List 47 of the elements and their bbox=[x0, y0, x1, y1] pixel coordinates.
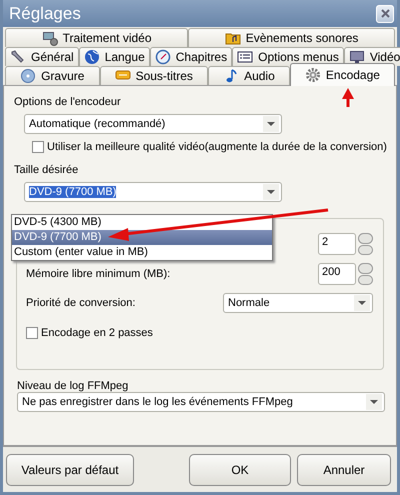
tab[interactable]: Général bbox=[5, 47, 79, 66]
checkbox[interactable] bbox=[26, 327, 38, 339]
tab[interactable]: Sous-titres bbox=[100, 66, 208, 85]
log-level-dropdown[interactable]: Ne pas enregistrer dans le log les événements FFMpeg bbox=[17, 392, 385, 412]
annotation-arrow bbox=[342, 88, 354, 107]
gear-icon bbox=[304, 67, 321, 83]
window-title: Réglages bbox=[9, 4, 81, 24]
field-label: Options de l'encodeur bbox=[14, 96, 121, 108]
dropdown-arrow-icon bbox=[267, 122, 275, 126]
dropdown-option[interactable]: DVD-5 (4300 MB) bbox=[12, 215, 272, 230]
monitor-icon bbox=[348, 49, 365, 65]
close-icon bbox=[380, 9, 390, 18]
number-field[interactable]: 2 bbox=[318, 233, 356, 255]
priority-dropdown[interactable]: Normale bbox=[223, 293, 373, 313]
dialog-button[interactable]: Annuler bbox=[297, 454, 391, 486]
checkbox-label: Utiliser la meilleure qualité vidéo(augmente la durée de la conversion) bbox=[47, 141, 387, 153]
field-label: Priorité de conversion: bbox=[26, 297, 136, 309]
spin-buttons[interactable] bbox=[358, 263, 373, 285]
encoder-dropdown[interactable]: Automatique (recommandé) bbox=[24, 114, 282, 134]
dropdown-arrow-icon bbox=[358, 301, 366, 305]
monitor-gear-icon bbox=[42, 30, 58, 46]
list-icon bbox=[237, 49, 254, 65]
tab[interactable]: Options menus bbox=[232, 47, 344, 66]
tab[interactable]: Gravure bbox=[5, 66, 100, 85]
size-dropdown[interactable]: DVD-9 (7700 MB) bbox=[24, 182, 282, 202]
checkbox[interactable] bbox=[32, 141, 44, 153]
field-label: Mémoire libre minimum (MB): bbox=[26, 268, 170, 280]
tab[interactable]: Audio bbox=[208, 66, 290, 85]
dialog-button[interactable]: Valeurs par défaut bbox=[6, 454, 134, 486]
tab[interactable]: Langue bbox=[78, 47, 150, 66]
dropdown-option[interactable]: DVD-9 (7700 MB) bbox=[12, 230, 272, 245]
spin-buttons[interactable] bbox=[358, 233, 373, 255]
tab[interactable]: Traitement vidéo bbox=[5, 28, 188, 47]
tab[interactable]: Chapitres bbox=[150, 47, 232, 66]
checkbox-label: Encodage en 2 passes bbox=[41, 327, 153, 339]
dropdown-arrow-icon bbox=[267, 190, 275, 194]
dropdown-arrow-icon bbox=[370, 400, 378, 404]
dropdown-option[interactable]: Custom (enter value in MB) bbox=[12, 245, 272, 260]
field-label: Niveau de log FFMpeg bbox=[17, 380, 128, 392]
tab[interactable]: Encodage bbox=[290, 63, 396, 86]
wrench-icon bbox=[10, 49, 26, 65]
number-field[interactable]: 200 bbox=[318, 263, 356, 285]
close-button[interactable] bbox=[376, 4, 394, 22]
tab[interactable]: Evènements sonores bbox=[188, 28, 396, 47]
dialog-button[interactable]: OK bbox=[189, 454, 291, 486]
disc-icon bbox=[20, 68, 36, 84]
field-label: Taille désirée bbox=[14, 164, 78, 176]
